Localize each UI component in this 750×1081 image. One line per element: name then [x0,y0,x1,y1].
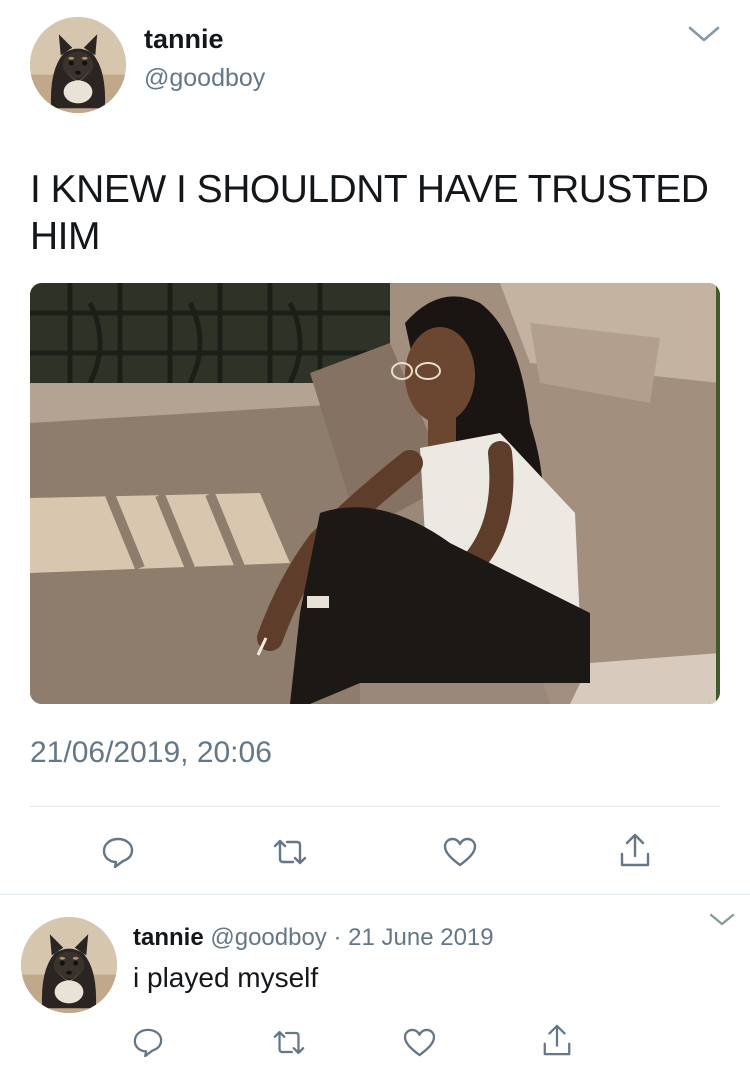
reply-icon[interactable] [130,1025,166,1059]
tweet-photo[interactable] [30,283,720,704]
reply-date[interactable]: 21 June 2019 [348,924,493,951]
display-name[interactable]: tannie [144,24,224,55]
avatar[interactable] [30,17,126,113]
share-icon[interactable] [615,830,655,870]
tweet-text: I KNEW I SHOULDNT HAVE TRUSTED HIM [30,168,709,258]
separator-dot: · [333,924,342,951]
reply-handle[interactable]: @goodboy [210,924,326,951]
reply-header: tannie @goodboy · 21 June 2019 [133,924,494,952]
like-icon[interactable] [441,834,479,870]
reply-icon[interactable] [98,834,138,870]
reply-avatar[interactable] [21,917,117,1013]
retweet-icon[interactable] [270,836,310,868]
divider [30,806,720,807]
retweet-icon[interactable] [270,1026,308,1058]
chevron-down-icon[interactable] [687,24,721,44]
chevron-down-icon[interactable] [708,912,736,928]
reply-text: i played myself [133,962,319,993]
like-icon[interactable] [400,1025,438,1059]
share-icon[interactable] [538,1021,576,1059]
tweet-timestamp[interactable]: 21/06/2019, 20:06 [30,736,272,770]
tweet-separator [0,894,750,895]
reply-display-name[interactable]: tannie [133,924,204,951]
user-handle[interactable]: @goodboy [144,64,265,93]
